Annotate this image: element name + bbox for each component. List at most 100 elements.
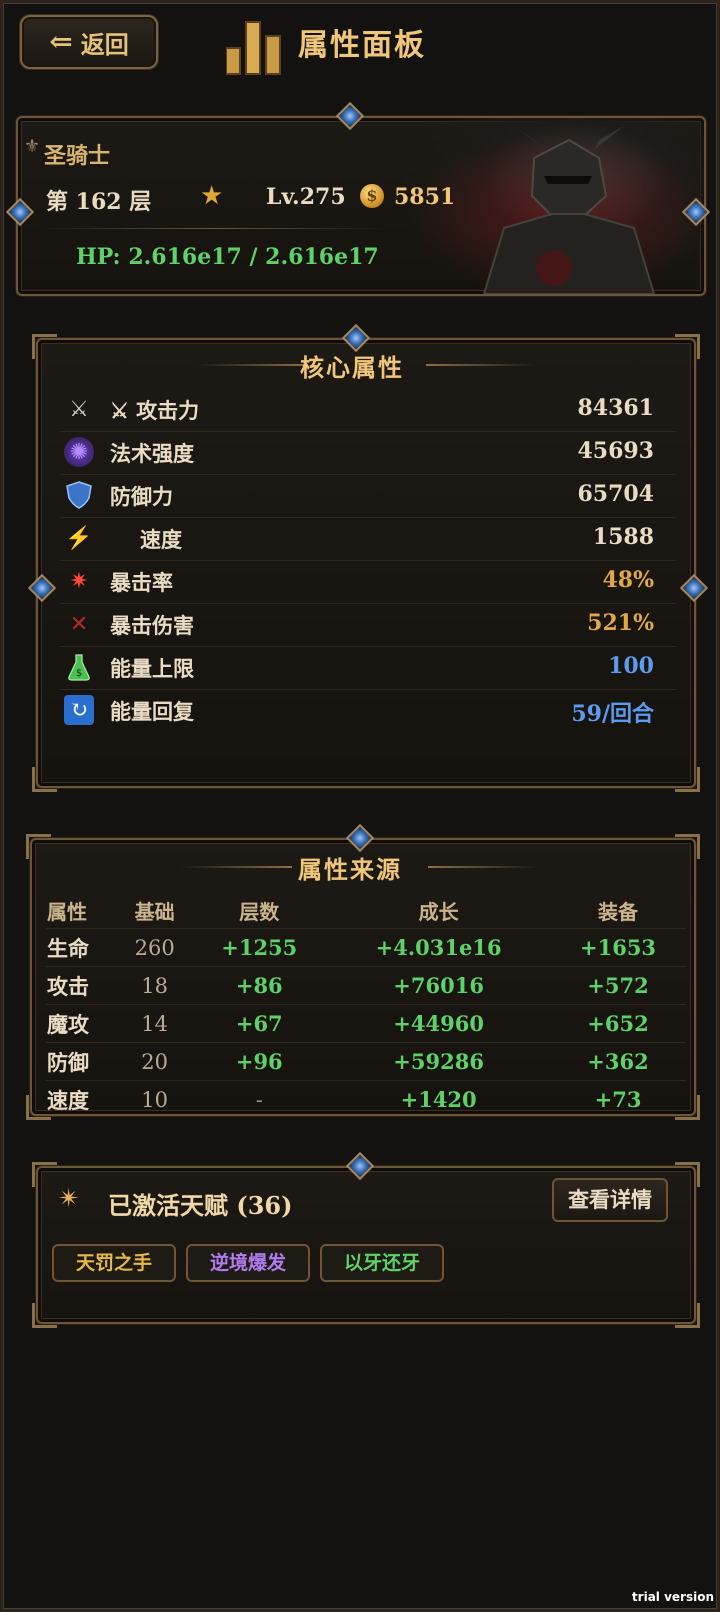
back-button[interactable]: ⇐ 返回 bbox=[20, 15, 158, 69]
stat-row-defense: 防御力 65704 bbox=[60, 474, 676, 518]
potion-icon: $ bbox=[64, 652, 94, 682]
column-header: 成长 bbox=[418, 899, 459, 924]
talent-tag[interactable]: 天罚之手 bbox=[52, 1244, 176, 1282]
talents-panel: ✴ 已激活天赋 (36) 查看详情 天罚之手 逆境爆发 以牙还牙 bbox=[32, 1162, 700, 1328]
core-stats-title: 核心属性 bbox=[300, 353, 404, 382]
table-cell: 18 bbox=[118, 966, 192, 1005]
table-cell: 260 bbox=[118, 928, 192, 967]
lightning-icon: ⚡ bbox=[65, 525, 93, 551]
title-divider-left bbox=[198, 364, 308, 366]
shield-icon bbox=[64, 480, 94, 510]
column-header: 层数 bbox=[239, 899, 280, 924]
core-stats-panel: 核心属性 ⚔ ⚔ 攻击力 84361 ✺ 法术强度 45693 防御力 6570… bbox=[32, 334, 700, 792]
table-cell: 20 bbox=[118, 1042, 192, 1081]
stat-value: 1588 bbox=[592, 524, 654, 550]
stat-label: 防御力 bbox=[110, 484, 173, 509]
class-name: 圣骑士 bbox=[44, 143, 111, 169]
corner-ornament bbox=[675, 334, 700, 359]
corner-ornament bbox=[675, 834, 700, 859]
column-header: 属性 bbox=[47, 899, 87, 924]
stat-row-crit-rate: ✷ 暴击率 48% bbox=[60, 560, 676, 604]
title-divider-left bbox=[182, 866, 292, 868]
stat-row-attack: ⚔ ⚔ 攻击力 84361 bbox=[60, 388, 676, 432]
table-cell: +67 bbox=[191, 1004, 328, 1043]
floor-level: 第 162 层 bbox=[46, 189, 152, 215]
table-cell: 攻击 bbox=[46, 966, 118, 1005]
table-row: 魔攻 14 +67 +44960 +652 bbox=[46, 1004, 686, 1043]
star-icon: ★ bbox=[200, 181, 224, 211]
stat-row-energy-regen: ↻ 能量回复 59/回合 bbox=[60, 689, 676, 732]
table-cell: - bbox=[191, 1080, 328, 1118]
corner-ornament bbox=[32, 334, 57, 359]
magic-orb-icon: ✺ bbox=[64, 437, 94, 467]
table-cell: 防御 bbox=[46, 1042, 118, 1081]
table-cell: +76016 bbox=[327, 966, 551, 1005]
talent-star-icon: ✴ bbox=[58, 1184, 80, 1214]
table-cell: +44960 bbox=[327, 1004, 551, 1043]
table-cell: 10 bbox=[118, 1080, 192, 1118]
gold-amount: 5851 bbox=[394, 184, 456, 210]
stat-value: 84361 bbox=[577, 395, 654, 421]
corner-ornament bbox=[26, 834, 51, 859]
crossed-swords-icon: ⚔ bbox=[69, 396, 89, 422]
stats-bars-icon bbox=[226, 21, 281, 75]
back-label: 返回 bbox=[80, 29, 129, 59]
table-cell: +86 bbox=[191, 966, 328, 1005]
svg-text:$: $ bbox=[76, 668, 82, 679]
gold-coin-icon: $ bbox=[360, 184, 384, 208]
crit-swords-icon: ✕ bbox=[69, 611, 89, 637]
table-cell: 魔攻 bbox=[46, 1004, 118, 1043]
table-header-row: 属性 基础 层数 成长 装备 bbox=[46, 892, 686, 929]
table-cell: +652 bbox=[550, 1004, 686, 1043]
stat-value: 45693 bbox=[577, 438, 654, 464]
table-cell: +1420 bbox=[327, 1080, 551, 1118]
table-row: 防御 20 +96 +59286 +362 bbox=[46, 1042, 686, 1081]
corner-ornament bbox=[32, 1303, 57, 1328]
hp-value: HP: 2.616e17 / 2.616e17 bbox=[76, 244, 379, 270]
hero-level: Lv.275 bbox=[266, 184, 346, 210]
title-divider-right bbox=[428, 866, 538, 868]
column-header: 基础 bbox=[134, 899, 175, 924]
table-cell: +59286 bbox=[327, 1042, 551, 1081]
table-row: 生命 260 +1255 +4.031e16 +1653 bbox=[46, 928, 686, 967]
stat-row-crit-damage: ✕ 暴击伤害 521% bbox=[60, 603, 676, 647]
table-cell: +1653 bbox=[550, 928, 686, 967]
page-title: 属性面板 bbox=[298, 28, 426, 63]
stat-label: 速度 bbox=[140, 527, 182, 552]
sources-title: 属性来源 bbox=[298, 855, 402, 884]
watermark: trial version bbox=[631, 1590, 714, 1604]
stat-label: 法术强度 bbox=[110, 441, 194, 466]
fleur-icon: ⚜ bbox=[24, 136, 41, 157]
talent-tag[interactable]: 逆境爆发 bbox=[186, 1244, 310, 1282]
table-cell: +572 bbox=[550, 966, 686, 1005]
talents-title: 已激活天赋 (36) bbox=[108, 1191, 293, 1220]
corner-ornament bbox=[32, 767, 57, 792]
stat-label: 暴击率 bbox=[110, 570, 173, 595]
stat-value: 100 bbox=[608, 653, 654, 679]
title-divider-right bbox=[426, 364, 536, 366]
spark-icon: ✷ bbox=[69, 568, 89, 594]
corner-ornament bbox=[675, 1303, 700, 1328]
stat-label: ⚔ 攻击力 bbox=[110, 398, 200, 423]
table-cell: +362 bbox=[550, 1042, 686, 1081]
stat-value: 48% bbox=[602, 567, 654, 593]
corner-ornament bbox=[675, 767, 700, 792]
talent-tag[interactable]: 以牙还牙 bbox=[320, 1244, 444, 1282]
table-cell: 速度 bbox=[46, 1080, 118, 1118]
back-arrow-icon: ⇐ bbox=[49, 25, 73, 58]
stat-value: 65704 bbox=[577, 481, 654, 507]
table-cell: 生命 bbox=[46, 928, 118, 967]
table-row: 攻击 18 +86 +76016 +572 bbox=[46, 966, 686, 1005]
stat-value: 521% bbox=[587, 610, 654, 636]
stat-row-energy-max: $ 能量上限 100 bbox=[60, 646, 676, 690]
table-row: 速度 10 - +1420 +73 bbox=[46, 1080, 686, 1118]
column-header: 装备 bbox=[598, 899, 639, 924]
stat-label: 能量回复 bbox=[110, 699, 194, 724]
divider bbox=[40, 228, 388, 229]
table-cell: +73 bbox=[550, 1080, 686, 1118]
view-details-button[interactable]: 查看详情 bbox=[552, 1178, 668, 1222]
sources-table: 属性 基础 层数 成长 装备 生命 260 +1255 +4.031e16 +1… bbox=[46, 892, 686, 1118]
table-cell: +96 bbox=[191, 1042, 328, 1081]
swirl-icon: ↻ bbox=[64, 695, 94, 725]
stat-row-speed: ⚡ 速度 1588 bbox=[60, 517, 676, 561]
